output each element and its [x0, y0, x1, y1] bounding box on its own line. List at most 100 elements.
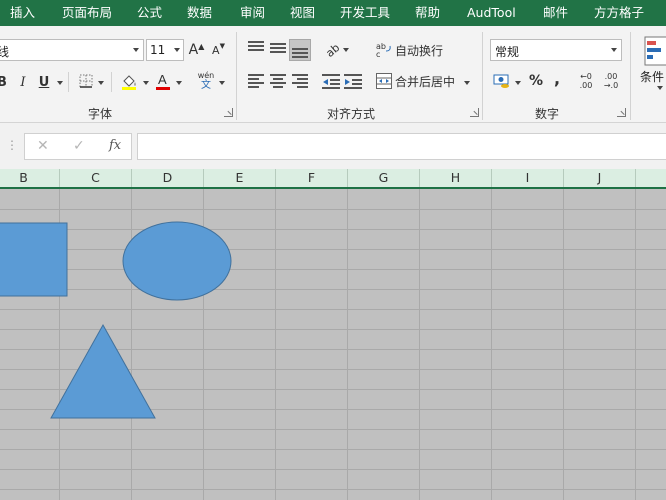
column-header-b[interactable]: B	[0, 169, 60, 187]
merge-center-button[interactable]: 合并后居中	[376, 71, 474, 91]
tab-data[interactable]: 数据	[187, 0, 212, 26]
decrease-decimal-button[interactable]: .00 →.0	[600, 70, 622, 92]
column-header-c[interactable]: C	[60, 169, 132, 187]
rectangle-shape[interactable]	[0, 222, 68, 297]
tab-fangfang[interactable]: 方方格子	[594, 0, 644, 26]
conditional-dropdown-icon[interactable]	[657, 86, 663, 90]
comma-style-button[interactable]: ,	[550, 68, 564, 88]
underline-dropdown-icon[interactable]	[57, 81, 63, 85]
chevron-down-icon[interactable]	[611, 48, 617, 52]
column-header-g[interactable]: G	[348, 169, 420, 187]
borders-button[interactable]	[78, 73, 94, 89]
fill-color-button[interactable]	[119, 71, 139, 91]
worksheet-grid[interactable]	[0, 189, 666, 500]
column-header-d[interactable]: D	[132, 169, 204, 187]
number-format-combobox[interactable]: 常规	[490, 39, 622, 61]
tab-developer[interactable]: 开发工具	[340, 0, 390, 26]
conditional-formatting-icon	[644, 36, 666, 66]
borders-dropdown-icon[interactable]	[98, 81, 104, 85]
conditional-formatting-button[interactable]	[638, 34, 666, 68]
tab-review[interactable]: 审阅	[240, 0, 265, 26]
formula-bar: ⋮ ✕ ✓ fx	[0, 123, 666, 169]
align-bottom-button[interactable]	[289, 39, 311, 61]
number-format-value: 常规	[495, 45, 520, 59]
grow-font-button[interactable]: A ▲	[188, 39, 205, 61]
increase-decimal-bottom: .00	[579, 81, 593, 90]
align-right-button[interactable]	[292, 74, 308, 88]
orientation-dropdown-icon[interactable]	[343, 48, 349, 52]
cancel-icon[interactable]: ✕	[37, 138, 49, 154]
tab-view[interactable]: 视图	[290, 0, 315, 26]
align-top-button[interactable]	[248, 41, 264, 55]
divider	[68, 72, 69, 92]
alignment-group-label: 对齐方式	[327, 107, 376, 121]
shrink-font-button[interactable]: A ▼	[210, 39, 227, 61]
name-box[interactable]: ⋮	[0, 133, 18, 160]
accounting-format-button[interactable]	[492, 71, 512, 91]
font-dialog-launcher[interactable]	[224, 108, 233, 117]
fill-color-dropdown-icon[interactable]	[143, 81, 149, 85]
merge-center-icon	[376, 73, 392, 89]
triangle-shape[interactable]	[50, 323, 156, 419]
insert-function-button[interactable]: fx	[109, 138, 121, 153]
italic-icon: I	[20, 74, 26, 90]
align-center-button[interactable]	[270, 74, 286, 88]
column-header-h[interactable]: H	[420, 169, 492, 187]
name-box-grip-icon: ⋮	[6, 138, 18, 152]
align-bottom-icon	[292, 48, 308, 62]
alignment-dialog-launcher[interactable]	[470, 108, 479, 117]
column-header-j[interactable]: J	[564, 169, 636, 187]
font-color-icon: A	[156, 72, 170, 90]
ribbon-tab-bar: 插入 页面布局 公式 数据 审阅 视图 开发工具 帮助 AudTool 邮件 方…	[0, 0, 666, 26]
align-middle-button[interactable]	[270, 43, 286, 57]
font-color-button[interactable]: A	[153, 71, 173, 91]
formula-input[interactable]	[137, 133, 666, 160]
decrease-indent-button[interactable]	[321, 72, 341, 90]
borders-icon	[79, 74, 93, 88]
increase-decimal-button[interactable]: ←0 .00	[575, 70, 597, 92]
tab-page-layout[interactable]: 页面布局	[62, 0, 112, 26]
font-color-dropdown-icon[interactable]	[176, 81, 182, 85]
font-name-value: 等线	[0, 45, 9, 59]
phonetic-guide-button[interactable]: wén 文	[196, 69, 216, 93]
increase-decimal-top: ←0	[580, 72, 592, 81]
tab-formulas[interactable]: 公式	[137, 0, 162, 26]
underline-label: U	[38, 74, 50, 90]
paint-bucket-icon	[122, 75, 136, 90]
bold-button[interactable]: B	[0, 72, 6, 92]
wrap-text-label: 自动换行	[395, 43, 444, 58]
decrease-indent-icon	[322, 74, 340, 89]
phonetic-dropdown-icon[interactable]	[219, 81, 225, 85]
font-name-combobox[interactable]: 等线	[0, 39, 144, 61]
tab-help[interactable]: 帮助	[415, 0, 440, 26]
formula-buttons: ✕ ✓ fx	[24, 133, 132, 160]
tab-mail[interactable]: 邮件	[543, 0, 568, 26]
enter-icon[interactable]: ✓	[73, 138, 85, 154]
column-header-i[interactable]: I	[492, 169, 564, 187]
percent-style-button[interactable]: %	[527, 71, 545, 91]
tab-insert[interactable]: 插入	[10, 0, 35, 26]
merge-center-label: 合并后居中	[395, 74, 456, 89]
ribbon: 等线 11 A ▲ A ▼ B I U	[0, 26, 666, 151]
orientation-button[interactable]: ab	[322, 39, 344, 61]
italic-button[interactable]: I	[14, 72, 32, 92]
conditional-formatting-label: 条件	[640, 70, 665, 84]
chevron-down-icon[interactable]	[133, 48, 139, 52]
wrap-text-button[interactable]: ab c 自动换行	[376, 40, 450, 60]
merge-center-dropdown-icon[interactable]	[464, 81, 470, 85]
percent-label: %	[528, 73, 544, 89]
accounting-dropdown-icon[interactable]	[515, 81, 521, 85]
chevron-down-icon[interactable]	[174, 48, 180, 52]
align-left-button[interactable]	[248, 74, 264, 88]
oval-shape[interactable]	[122, 221, 232, 301]
tab-audtool[interactable]: AudTool	[467, 0, 516, 26]
drawing-layer	[0, 221, 232, 419]
column-header-k[interactable]	[636, 169, 666, 187]
underline-button[interactable]: U	[36, 72, 52, 92]
number-dialog-launcher[interactable]	[617, 108, 626, 117]
column-header-f[interactable]: F	[276, 169, 348, 187]
increase-indent-button[interactable]	[343, 72, 363, 90]
column-header-e[interactable]: E	[204, 169, 276, 187]
number-group-label: 数字	[535, 107, 560, 121]
font-size-combobox[interactable]: 11	[146, 39, 184, 61]
